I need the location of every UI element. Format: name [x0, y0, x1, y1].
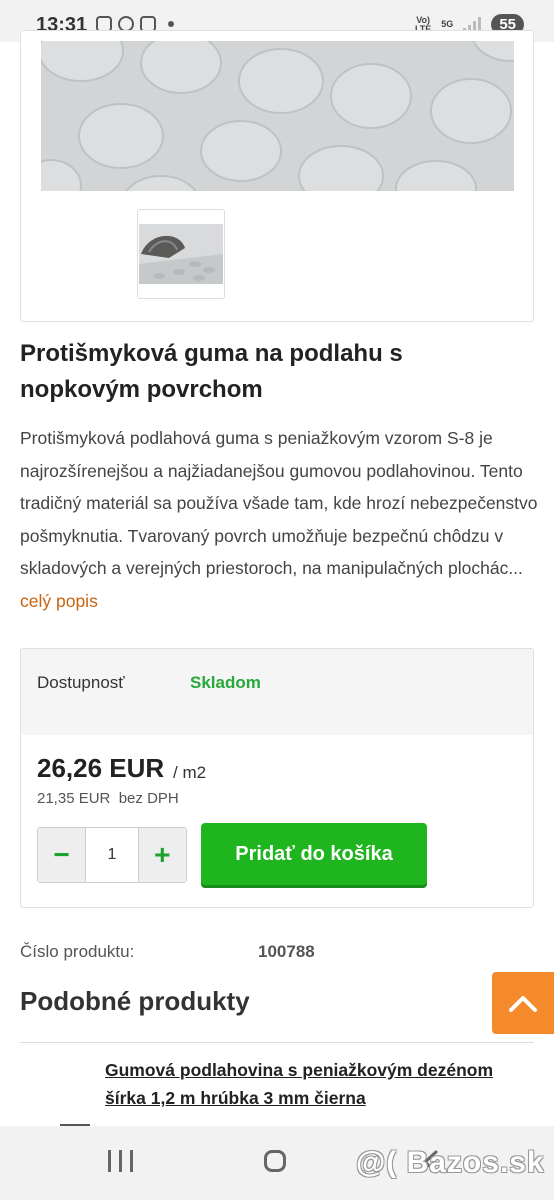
purchase-box: Dostupnosť Skladom 26,26 EUR / m2 21,35 … [20, 648, 534, 908]
net-price-value: 21,35 EUR [37, 790, 111, 807]
description-text: Protišmyková podlahová guma s peniažkový… [20, 428, 538, 578]
product-gallery [20, 30, 534, 322]
similar-product-link[interactable]: Gumová podlahovina s peniažkovým dezénom… [105, 1056, 525, 1112]
quantity-stepper: − 1 + [37, 827, 187, 883]
add-to-cart-button[interactable]: Pridať do košíka [201, 823, 427, 885]
net-price-suffix: bez DPH [118, 790, 179, 807]
decrease-quantity-button[interactable]: − [38, 828, 86, 882]
product-description: Protišmyková podlahová guma s peniažkový… [20, 422, 540, 617]
increase-quantity-button[interactable]: + [138, 828, 186, 882]
scroll-to-top-button[interactable] [492, 972, 554, 1034]
recents-icon[interactable] [108, 1150, 134, 1172]
product-number-value: 100788 [258, 942, 315, 961]
price-unit: / m2 [173, 763, 207, 782]
similar-products-heading: Podobné produkty [20, 986, 250, 1016]
divider [20, 1042, 534, 1043]
home-icon[interactable] [264, 1150, 286, 1172]
bazos-watermark: @( Bazos.sk [356, 1146, 545, 1179]
price: 26,26 EUR [37, 753, 165, 783]
price-without-vat: 21,35 EUR bez DPH [37, 790, 179, 807]
more-notifications-icon [168, 21, 174, 27]
availability-row: Dostupnosť Skladom [21, 649, 533, 735]
full-description-link[interactable]: celý popis [20, 591, 98, 611]
availability-status: Skladom [190, 673, 261, 692]
fiveg-indicator: 5G [441, 19, 454, 29]
availability-label: Dostupnosť [37, 673, 125, 692]
android-nav-bar: @( Bazos.sk [0, 1126, 554, 1200]
product-thumbnail[interactable] [137, 209, 225, 299]
product-number-label: Číslo produktu: [20, 942, 135, 961]
product-title: Protišmyková guma na podlahu s nopkovým … [20, 340, 403, 403]
product-main-image[interactable] [41, 41, 514, 191]
chevron-up-icon [509, 996, 537, 1012]
quantity-input[interactable]: 1 [85, 828, 139, 882]
